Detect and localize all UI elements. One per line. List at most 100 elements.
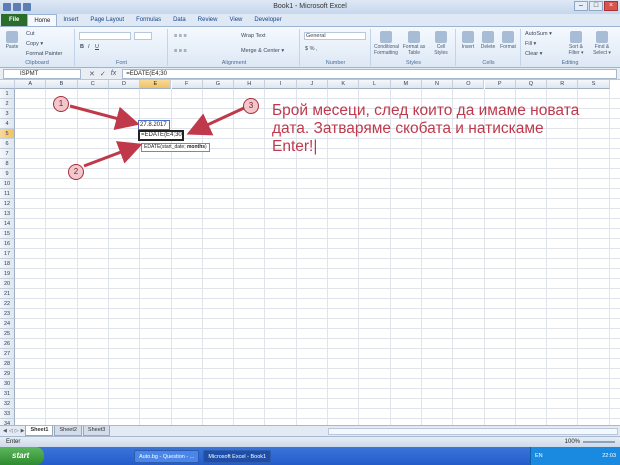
row-header[interactable]: 15: [0, 229, 15, 239]
font-size-box[interactable]: [134, 32, 152, 40]
tab-formulas[interactable]: Formulas: [130, 14, 167, 26]
bold-button[interactable]: B: [80, 44, 84, 50]
row-header[interactable]: 27: [0, 349, 15, 359]
row-header[interactable]: 3: [0, 109, 15, 119]
row-header[interactable]: 20: [0, 279, 15, 289]
paste-button[interactable]: Paste: [3, 31, 21, 50]
enter-icon[interactable]: ✓: [100, 70, 106, 78]
select-all-corner[interactable]: [0, 80, 15, 89]
cell-styles-button[interactable]: Cell Styles: [430, 31, 452, 56]
column-header[interactable]: I: [265, 80, 297, 89]
number-format-box[interactable]: General: [304, 32, 366, 40]
sort-filter-button[interactable]: Sort & Filter ▾: [564, 31, 588, 56]
column-header[interactable]: O: [453, 80, 485, 89]
horizontal-scrollbar[interactable]: [328, 428, 618, 435]
column-header[interactable]: H: [234, 80, 266, 89]
row-header[interactable]: 31: [0, 389, 15, 399]
conditional-formatting-button[interactable]: Conditional Formatting: [374, 31, 399, 56]
row-header[interactable]: 19: [0, 269, 15, 279]
row-header[interactable]: 28: [0, 359, 15, 369]
row-header[interactable]: 6: [0, 139, 15, 149]
cell-e4[interactable]: 27.8.2017: [138, 120, 170, 130]
row-header[interactable]: 17: [0, 249, 15, 259]
row-header[interactable]: 11: [0, 189, 15, 199]
align-top-icon[interactable]: ≡ ≡ ≡: [174, 33, 187, 39]
font-name-box[interactable]: [79, 32, 131, 40]
insert-cells-button[interactable]: Insert: [459, 31, 477, 50]
column-header[interactable]: J: [296, 80, 328, 89]
sheet-tab-3[interactable]: Sheet3: [82, 426, 111, 436]
column-header[interactable]: B: [46, 80, 78, 89]
tab-data[interactable]: Data: [167, 14, 192, 26]
name-box[interactable]: ISPMT: [3, 68, 81, 79]
insert-function-icon[interactable]: fx: [111, 70, 116, 78]
column-header[interactable]: S: [578, 80, 610, 89]
row-header[interactable]: 22: [0, 299, 15, 309]
column-header[interactable]: N: [421, 80, 454, 89]
row-header[interactable]: 33: [0, 409, 15, 419]
fill-button[interactable]: Fill ▾: [525, 41, 536, 47]
format-painter-button[interactable]: Format Painter: [26, 51, 62, 57]
tab-page-layout[interactable]: Page Layout: [84, 14, 130, 26]
row-header[interactable]: 9: [0, 169, 15, 179]
tab-review[interactable]: Review: [192, 14, 224, 26]
column-header[interactable]: P: [484, 80, 516, 89]
clear-button[interactable]: Clear ▾: [525, 51, 542, 57]
cut-button[interactable]: Cut: [26, 31, 35, 37]
row-header[interactable]: 1: [0, 89, 15, 99]
format-as-table-button[interactable]: Format as Table: [402, 31, 426, 56]
format-cells-button[interactable]: Format: [499, 31, 517, 50]
start-button[interactable]: start: [0, 447, 44, 465]
row-header[interactable]: 30: [0, 379, 15, 389]
row-header[interactable]: 8: [0, 159, 15, 169]
taskbar-item-browser[interactable]: Auto.bg - Question - ...: [134, 449, 200, 463]
row-header[interactable]: 2: [0, 99, 15, 109]
copy-button[interactable]: Copy ▾: [26, 41, 43, 47]
align-left-icon[interactable]: ≡ ≡ ≡: [174, 48, 187, 54]
maximize-button[interactable]: □: [589, 1, 603, 11]
find-select-button[interactable]: Find & Select ▾: [590, 31, 614, 56]
row-header[interactable]: 16: [0, 239, 15, 249]
row-header[interactable]: 5: [0, 129, 15, 139]
column-header[interactable]: F: [171, 80, 203, 89]
minimize-button[interactable]: –: [574, 1, 588, 11]
row-header[interactable]: 10: [0, 179, 15, 189]
autosum-button[interactable]: AutoSum ▾: [525, 31, 552, 37]
close-button[interactable]: ×: [604, 1, 618, 11]
column-header[interactable]: R: [547, 80, 579, 89]
zoom-level[interactable]: 100%: [565, 437, 580, 447]
sheet-tab-2[interactable]: Sheet2: [54, 426, 82, 436]
italic-button[interactable]: I: [88, 44, 90, 50]
column-header[interactable]: E: [140, 80, 172, 89]
row-header[interactable]: 14: [0, 219, 15, 229]
spreadsheet-grid[interactable]: A B C D E F G H I J K L M N O P Q R S 1 2 3 4 5 6 7 8 9 10 11 12 13 14 15…: [0, 80, 620, 429]
column-header[interactable]: A: [15, 80, 47, 89]
cancel-icon[interactable]: ✕: [89, 70, 95, 78]
row-header[interactable]: 4: [0, 119, 15, 129]
tab-file[interactable]: File: [1, 14, 28, 26]
column-header[interactable]: Q: [515, 80, 548, 89]
underline-button[interactable]: U: [95, 44, 99, 50]
row-header[interactable]: 24: [0, 319, 15, 329]
language-indicator[interactable]: EN: [535, 447, 543, 465]
delete-cells-button[interactable]: Delete: [479, 31, 497, 50]
row-header[interactable]: 12: [0, 199, 15, 209]
tab-home[interactable]: Home: [27, 14, 58, 26]
row-header[interactable]: 32: [0, 399, 15, 409]
cell-e5-editing[interactable]: =EDATE(E4;30: [138, 130, 184, 141]
tab-view[interactable]: View: [223, 14, 248, 26]
currency-icon[interactable]: $ % ,: [305, 46, 318, 52]
wrap-text-button[interactable]: Wrap Text: [241, 33, 266, 39]
row-header[interactable]: 21: [0, 289, 15, 299]
row-header[interactable]: 29: [0, 369, 15, 379]
column-header[interactable]: G: [202, 80, 235, 89]
taskbar-item-excel[interactable]: Microsoft Excel - Book1: [203, 449, 272, 463]
sheet-tab-1[interactable]: Sheet1: [25, 426, 54, 436]
column-header[interactable]: L: [359, 80, 391, 89]
row-header[interactable]: 26: [0, 339, 15, 349]
formula-input[interactable]: =EDATE(E4;30: [122, 68, 617, 79]
row-header[interactable]: 23: [0, 309, 15, 319]
row-header[interactable]: 25: [0, 329, 15, 339]
row-header[interactable]: 7: [0, 149, 15, 159]
zoom-slider[interactable]: [583, 441, 615, 443]
